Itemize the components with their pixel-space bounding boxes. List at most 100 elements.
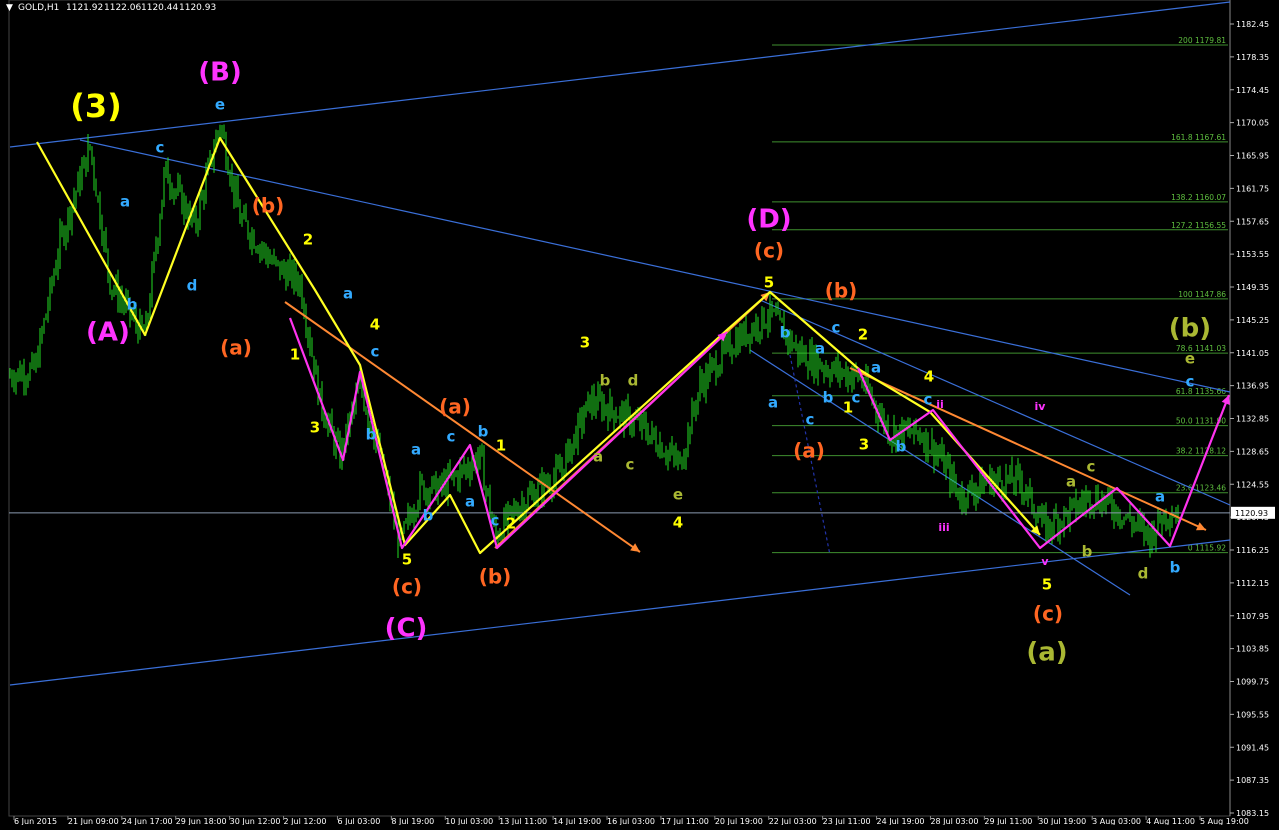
wave-label: b	[366, 426, 377, 444]
wave-label: c	[832, 319, 841, 337]
x-tick-label: 4 Aug 11:00	[1146, 817, 1195, 825]
wave-label: a	[411, 441, 421, 459]
wave-label: (b)	[1169, 314, 1211, 344]
header-open: 1121.92	[66, 3, 103, 13]
y-tick-label: 1103.85	[1236, 645, 1269, 654]
y-tick-label: 1157.65	[1236, 217, 1269, 226]
wave-label: 3	[310, 419, 320, 437]
y-tick-label: 1165.95	[1236, 152, 1269, 161]
x-tick-label: 6 Jun 2015	[14, 817, 57, 825]
fib-level-label: 0 1115.92	[1188, 544, 1226, 553]
y-tick-label: 1149.35	[1236, 283, 1269, 292]
x-tick-label: 13 Jul 11:00	[499, 817, 547, 825]
y-tick-label: 1182.45	[1236, 20, 1269, 29]
wave-label: a	[120, 193, 130, 211]
wave-label: c	[491, 512, 500, 530]
x-tick-label: 24 Jun 17:00	[122, 817, 173, 825]
wave-label: (b)	[479, 565, 512, 589]
wave-label: a	[871, 359, 881, 377]
x-tick-label: 23 Jul 11:00	[823, 817, 871, 825]
wave-label: d	[187, 277, 198, 295]
wave-label: b	[780, 324, 791, 342]
wave-label: b	[600, 372, 611, 390]
x-tick-label: 2 Jul 12:00	[284, 817, 327, 825]
y-tick-label: 1174.45	[1236, 86, 1269, 95]
wave-label: b	[423, 507, 434, 525]
wave-label: a	[1155, 488, 1165, 506]
wave-label: 5	[1042, 576, 1052, 594]
wave-label: e	[215, 96, 225, 114]
x-tick-label: 29 Jun 18:00	[176, 817, 227, 825]
wave-label: a	[593, 448, 603, 466]
wave-label: a	[815, 340, 825, 358]
x-tick-label: 17 Jul 11:00	[661, 817, 709, 825]
wave-label: 1	[843, 399, 853, 417]
wave-label: (a)	[220, 336, 252, 360]
y-tick-label: 1128.65	[1236, 447, 1269, 456]
chart-area[interactable]: ▼ GOLD,H1 1121.92 1122.06 1120.44 1120.9…	[0, 0, 1279, 826]
y-tick-label: 1145.25	[1236, 316, 1269, 325]
y-tick-label: 1153.55	[1236, 250, 1269, 259]
wave-label: e	[673, 486, 683, 504]
wave-label: c	[447, 428, 456, 446]
chart-title: GOLD,H1	[18, 3, 59, 13]
wave-label: a	[1066, 473, 1076, 491]
wave-label: 2	[303, 231, 313, 249]
wave-label: v	[1041, 555, 1049, 568]
wave-label: 3	[580, 334, 590, 352]
y-tick-label: 1141.05	[1236, 349, 1269, 358]
x-tick-label: 16 Jul 03:00	[607, 817, 655, 825]
wave-label: b	[127, 296, 138, 314]
wave-label: 4	[673, 514, 683, 532]
wave-label: 2	[858, 326, 868, 344]
x-tick-label: 14 Jul 19:00	[553, 817, 601, 825]
wave-label: c	[626, 456, 635, 474]
y-tick-label: 1091.45	[1236, 743, 1269, 752]
fib-level-label: 127.2 1156.55	[1171, 221, 1226, 230]
wave-label: (a)	[793, 439, 825, 463]
wave-label: (c)	[754, 239, 784, 263]
wave-label: 5	[402, 551, 412, 569]
x-tick-label: 20 Jul 19:00	[715, 817, 763, 825]
wave-label: (3)	[70, 87, 122, 125]
price-chart[interactable]: ▼ GOLD,H1 1121.92 1122.06 1120.44 1120.9…	[0, 0, 1279, 826]
wave-label: a	[343, 285, 353, 303]
wave-label: c	[1186, 373, 1195, 391]
y-tick-label: 1161.75	[1236, 184, 1269, 193]
x-tick-label: 30 Jun 12:00	[230, 817, 281, 825]
wave-label: 3	[859, 436, 869, 454]
y-tick-label: 1112.15	[1236, 579, 1269, 588]
wave-label: c	[1087, 458, 1096, 476]
x-tick-label: 6 Jul 03:00	[337, 817, 380, 825]
wave-label: (D)	[746, 205, 791, 235]
x-tick-label: 24 Jul 19:00	[877, 817, 925, 825]
wave-label: a	[768, 394, 778, 412]
header-high: 1122.06	[104, 3, 141, 13]
wave-label: b	[823, 389, 834, 407]
wave-label: a	[465, 493, 475, 511]
wave-label: 1	[290, 346, 300, 364]
wave-label: 4	[924, 368, 934, 386]
header-low: 1120.44	[141, 3, 178, 13]
y-tick-label: 1124.55	[1236, 480, 1269, 489]
wave-label: (b)	[252, 194, 285, 218]
wave-label: (c)	[392, 575, 422, 599]
y-tick-label: 1132.85	[1236, 415, 1269, 424]
y-tick-label: 1170.05	[1236, 119, 1269, 128]
wave-label: b	[896, 438, 907, 456]
wave-label: iii	[938, 521, 949, 534]
wave-label: 4	[370, 316, 380, 334]
fib-level-label: 38.2 1128.12	[1176, 447, 1226, 456]
chart-header-arrow: ▼	[6, 3, 13, 13]
wave-label: c	[806, 411, 815, 429]
wave-label: e	[1185, 350, 1195, 368]
wave-label: (a)	[439, 395, 471, 419]
fib-level-label: 78.6 1141.03	[1176, 344, 1226, 353]
wave-label: d	[628, 372, 639, 390]
wave-label: c	[156, 139, 165, 157]
fib-level-label: 200 1179.81	[1178, 36, 1226, 45]
y-tick-label: 1099.75	[1236, 678, 1269, 687]
y-tick-label: 1178.35	[1236, 53, 1269, 62]
x-tick-label: 3 Aug 03:00	[1092, 817, 1141, 825]
wave-label: c	[924, 391, 933, 409]
